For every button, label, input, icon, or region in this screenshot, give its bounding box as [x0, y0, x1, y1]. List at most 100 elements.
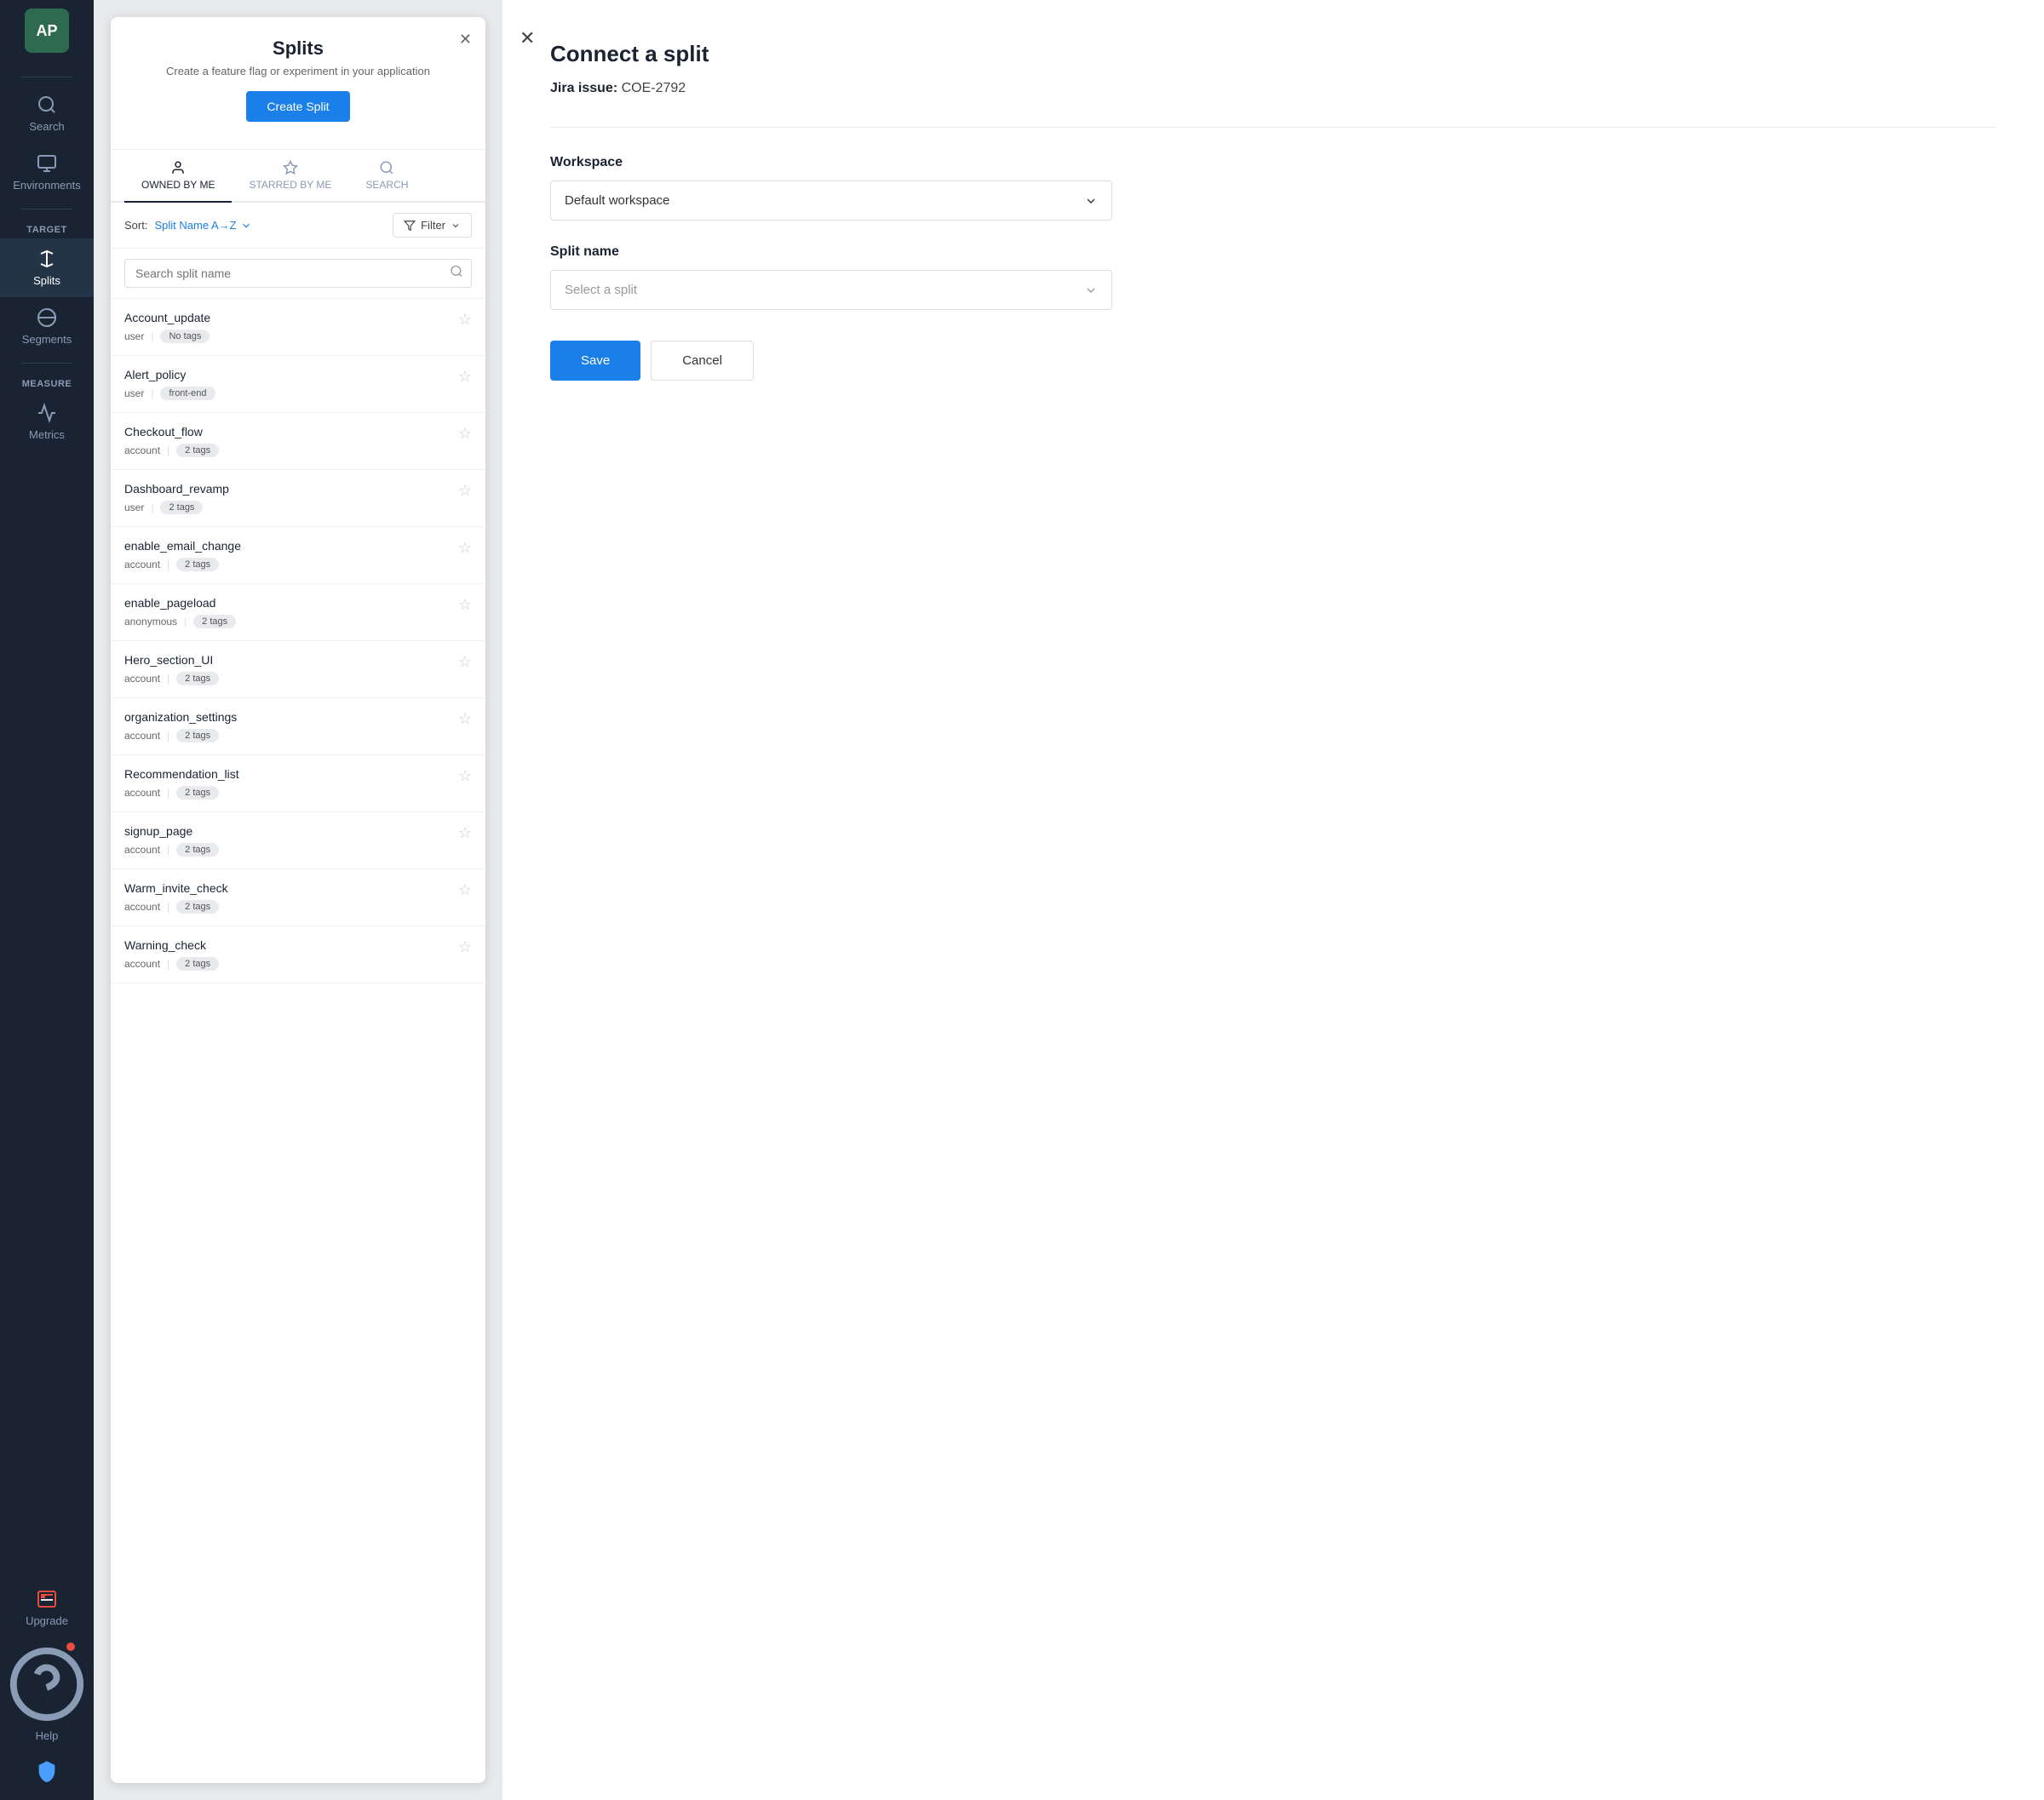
split-list-item[interactable]: Account_update user | No tags ☆	[111, 299, 485, 356]
main-area: ✕ Splits Create a feature flag or experi…	[94, 0, 2044, 1800]
sidebar-item-metrics[interactable]: Metrics	[0, 393, 94, 451]
split-list-item[interactable]: Hero_section_UI account | 2 tags ☆	[111, 641, 485, 698]
jira-label: Jira issue:	[550, 81, 617, 95]
split-list-item[interactable]: Warm_invite_check account | 2 tags ☆	[111, 869, 485, 926]
splits-panel-close-button[interactable]: ✕	[459, 31, 472, 49]
sidebar-item-label: Segments	[22, 333, 72, 346]
split-item-info: Alert_policy user | front-end	[124, 368, 458, 400]
split-item-meta: anonymous | 2 tags	[124, 615, 458, 628]
filter-button[interactable]: Filter	[393, 213, 472, 238]
split-star-button[interactable]: ☆	[458, 767, 472, 785]
split-item-name: Hero_section_UI	[124, 653, 458, 667]
split-traffic-type: user	[124, 502, 144, 513]
sidebar-divider-3	[21, 363, 72, 364]
splits-panel: ✕ Splits Create a feature flag or experi…	[111, 17, 485, 1783]
tab-search[interactable]: SEARCH	[348, 150, 425, 203]
split-list-item[interactable]: Checkout_flow account | 2 tags ☆	[111, 413, 485, 470]
split-item-name: Dashboard_revamp	[124, 482, 458, 496]
sidebar-item-help[interactable]: Help	[0, 1636, 94, 1751]
split-list-item[interactable]: enable_email_change account | 2 tags ☆	[111, 527, 485, 584]
split-list-item[interactable]: organization_settings account | 2 tags ☆	[111, 698, 485, 755]
split-star-button[interactable]: ☆	[458, 425, 472, 443]
split-traffic-type: anonymous	[124, 616, 177, 628]
split-star-button[interactable]: ☆	[458, 311, 472, 329]
split-star-button[interactable]: ☆	[458, 539, 472, 557]
split-item-meta: account | 2 tags	[124, 729, 458, 742]
splits-tabs: OWNED BY ME STARRED BY ME SEARCH	[111, 150, 485, 203]
sidebar-item-splits[interactable]: Splits	[0, 238, 94, 297]
split-star-button[interactable]: ☆	[458, 482, 472, 500]
sidebar-item-segments[interactable]: Segments	[0, 297, 94, 356]
sort-label: Sort:	[124, 219, 147, 232]
workspace-select[interactable]: Default workspace	[550, 181, 1112, 221]
filter-icon	[404, 220, 416, 232]
split-tag: 2 tags	[176, 444, 219, 457]
split-item-info: Dashboard_revamp user | 2 tags	[124, 482, 458, 514]
upgrade-label: Upgrade	[26, 1614, 68, 1627]
split-star-button[interactable]: ☆	[458, 881, 472, 899]
split-traffic-type: account	[124, 730, 160, 742]
split-tag: 2 tags	[176, 729, 219, 742]
split-item-info: enable_email_change account | 2 tags	[124, 539, 458, 571]
sidebar-bottom: Upgrade Help	[0, 1580, 94, 1791]
filter-chevron-icon	[451, 221, 461, 231]
sidebar-logo[interactable]	[0, 1751, 94, 1791]
tab-starred-by-me[interactable]: STARRED BY ME	[232, 150, 348, 203]
split-item-info: Recommendation_list account | 2 tags	[124, 767, 458, 800]
sidebar-item-environments[interactable]: Environments	[0, 143, 94, 202]
split-item-name: Alert_policy	[124, 368, 458, 381]
panels-container: ✕ Splits Create a feature flag or experi…	[94, 0, 2044, 1800]
split-name-field: Split name Select a split	[550, 244, 1996, 310]
split-star-button[interactable]: ☆	[458, 368, 472, 386]
search-split-input[interactable]	[124, 259, 472, 288]
search-icon	[37, 95, 57, 115]
help-icon	[7, 1644, 87, 1724]
sort-filter-bar: Sort: Split Name A→Z Filter	[111, 203, 485, 249]
split-star-button[interactable]: ☆	[458, 596, 472, 614]
split-list-item[interactable]: signup_page account | 2 tags ☆	[111, 812, 485, 869]
avatar[interactable]: AP	[25, 9, 69, 53]
split-traffic-type: account	[124, 673, 160, 685]
split-star-button[interactable]: ☆	[458, 653, 472, 671]
sort-select-button[interactable]: Split Name A→Z	[154, 219, 251, 232]
splits-panel-header: ✕ Splits Create a feature flag or experi…	[111, 17, 485, 150]
measure-section-label: MEASURE	[0, 370, 94, 393]
sidebar-item-label: Metrics	[29, 428, 65, 441]
sidebar-item-label: Splits	[33, 274, 60, 287]
split-item-meta: account | 2 tags	[124, 957, 458, 971]
upgrade-icon	[37, 1589, 57, 1609]
split-list-item[interactable]: enable_pageload anonymous | 2 tags ☆	[111, 584, 485, 641]
help-badge	[66, 1642, 75, 1651]
workspace-field: Workspace Default workspace	[550, 155, 1996, 221]
split-item-info: Hero_section_UI account | 2 tags	[124, 653, 458, 685]
connect-close-button[interactable]: ✕	[520, 27, 535, 49]
environments-icon	[37, 153, 57, 174]
tab-owned-by-me[interactable]: OWNED BY ME	[124, 150, 232, 203]
split-item-name: Account_update	[124, 311, 458, 324]
split-star-button[interactable]: ☆	[458, 938, 472, 956]
split-list-item[interactable]: Recommendation_list account | 2 tags ☆	[111, 755, 485, 812]
star-icon	[283, 160, 298, 175]
split-tag: 2 tags	[176, 672, 219, 685]
search-inside-icon	[450, 265, 463, 283]
split-item-meta: user | 2 tags	[124, 501, 458, 514]
split-star-button[interactable]: ☆	[458, 824, 472, 842]
connect-actions: Save Cancel	[550, 341, 1996, 381]
sidebar-item-search[interactable]: Search	[0, 84, 94, 143]
split-list-item[interactable]: Warning_check account | 2 tags ☆	[111, 926, 485, 983]
split-item-meta: user | front-end	[124, 387, 458, 400]
split-list-item[interactable]: Dashboard_revamp user | 2 tags ☆	[111, 470, 485, 527]
sidebar-item-upgrade[interactable]: Upgrade	[0, 1580, 94, 1636]
split-name-label: Split name	[550, 244, 1996, 260]
cancel-button[interactable]: Cancel	[651, 341, 754, 381]
save-button[interactable]: Save	[550, 341, 640, 381]
split-tag: 2 tags	[176, 558, 219, 571]
connect-panel: ✕ Connect a split Jira issue: COE-2792 W…	[502, 0, 2044, 1800]
split-star-button[interactable]: ☆	[458, 710, 472, 728]
split-name-select[interactable]: Select a split	[550, 270, 1112, 310]
create-split-button[interactable]: Create Split	[246, 91, 349, 122]
splits-panel-title: Splits	[131, 37, 465, 60]
split-name-placeholder: Select a split	[565, 283, 637, 297]
split-list-item[interactable]: Alert_policy user | front-end ☆	[111, 356, 485, 413]
split-traffic-type: account	[124, 559, 160, 570]
